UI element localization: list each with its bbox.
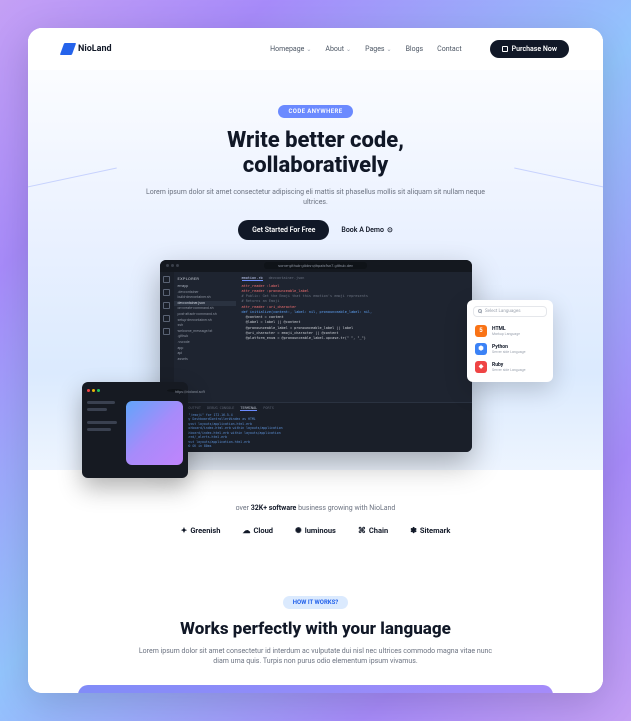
ide-mockup-area: some-github-gibbs-qthpalsfsn7.github.dev… xyxy=(28,254,603,470)
terminal-tab[interactable]: TERMINAL xyxy=(240,406,257,411)
partner-logo: ✺luminous xyxy=(295,526,336,535)
leaf-icon: ✦ xyxy=(181,526,188,535)
header: NioLand Homepage⌄ About⌄ Pages⌄ Blogs Co… xyxy=(28,28,603,70)
partner-logo: ⌘Chain xyxy=(358,526,388,535)
page-card: NioLand Homepage⌄ About⌄ Pages⌄ Blogs Co… xyxy=(28,28,603,693)
mini-preview-window: https://nioland.soft xyxy=(82,382,188,478)
file-item[interactable]: assets xyxy=(178,357,232,363)
cloud-icon: ☁ xyxy=(242,526,250,535)
primary-nav: Homepage⌄ About⌄ Pages⌄ Blogs Contact Pu… xyxy=(270,40,569,58)
editor-tab[interactable]: devcontainer.json xyxy=(269,276,305,281)
get-started-button[interactable]: Get Started For Free xyxy=(238,220,329,240)
language-panel: Select Languages 5HTMLMarkup Language⬢Py… xyxy=(467,300,553,382)
purchase-button[interactable]: Purchase Now xyxy=(490,40,569,58)
terminal-tab[interactable]: OUTPUT xyxy=(188,406,201,411)
editor-tabs: emotion.rb devcontainer.json xyxy=(242,276,466,281)
editor-tab[interactable]: emotion.rb xyxy=(242,276,263,281)
terminal-tab[interactable]: PORTS xyxy=(263,406,274,411)
nav-homepage[interactable]: Homepage⌄ xyxy=(270,45,311,53)
mini-text-lines xyxy=(87,401,121,465)
partner-logo: ☁Cloud xyxy=(242,526,273,535)
language-item-py[interactable]: ⬢PythonServer side Language xyxy=(473,340,547,358)
terminal-line: Completed 200 OK in 80ms xyxy=(166,444,466,448)
hero-title: Write better code, collaboratively xyxy=(78,128,553,179)
star-icon: ✽ xyxy=(410,526,417,535)
logo-mark-icon xyxy=(60,43,76,55)
terminal-tabs: PROBLEMS OUTPUT DEBUG CONSOLE TERMINAL P… xyxy=(166,406,466,411)
maximize-icon xyxy=(97,389,100,392)
language-sub: Markup Language xyxy=(492,332,520,336)
partner-logos: ✦Greenish ☁Cloud ✺luminous ⌘Chain ✽Sitem… xyxy=(78,526,553,535)
section-title: Works perfectly with your language xyxy=(78,619,553,639)
partner-logo: ✽Sitemark xyxy=(410,526,450,535)
language-item-rb[interactable]: ◆RubyServer side Language xyxy=(473,358,547,376)
brand-name: NioLand xyxy=(78,44,112,54)
extensions-icon[interactable] xyxy=(163,328,170,335)
page-inner: NioLand Homepage⌄ About⌄ Pages⌄ Blogs Co… xyxy=(28,28,603,693)
section-subtitle: Lorem ipsum dolor sit amet consectetur i… xyxy=(136,646,496,667)
nav-contact[interactable]: Contact xyxy=(437,45,461,53)
files-icon[interactable] xyxy=(163,276,170,283)
ide-body: EXPLORER emapp .devcontainer build-devco… xyxy=(160,272,472,402)
close-icon xyxy=(87,389,90,392)
terminal-tab[interactable]: DEBUG CONSOLE xyxy=(207,406,234,411)
chevron-down-icon: ⌄ xyxy=(306,46,311,53)
social-text: over 32K+ software business growing with… xyxy=(78,504,553,512)
hero: CODE ANYWHERE Write better code, collabo… xyxy=(28,70,603,254)
language-cta: JavaScript xyxy=(78,685,553,693)
brand-logo[interactable]: NioLand xyxy=(62,43,112,55)
ide-titlebar: some-github-gibbs-qthpalsfsn7.github.dev xyxy=(160,260,472,272)
chevron-down-icon: ⌄ xyxy=(387,46,392,53)
minimize-icon xyxy=(92,389,95,392)
ide-editor: emotion.rb devcontainer.json attr_reader… xyxy=(236,272,472,402)
nav-blogs[interactable]: Blogs xyxy=(406,45,424,53)
how-it-works: HOW IT WORKS? Works perfectly with your … xyxy=(28,565,603,693)
ide-url: some-github-gibbs-qthpalsfsn7.github.dev xyxy=(264,262,367,269)
language-item-html[interactable]: 5HTMLMarkup Language xyxy=(473,322,547,340)
traffic-lights-icon xyxy=(166,264,179,267)
language-sub: Server side Language xyxy=(492,368,525,372)
branch-icon[interactable] xyxy=(163,302,170,309)
search-icon xyxy=(478,309,482,313)
social-proof: over 32K+ software business growing with… xyxy=(28,470,603,565)
nav-pages[interactable]: Pages⌄ xyxy=(365,45,391,53)
link-icon: ⌘ xyxy=(358,526,366,535)
nav-about[interactable]: About⌄ xyxy=(325,45,351,53)
ide-window: some-github-gibbs-qthpalsfsn7.github.dev… xyxy=(160,260,472,452)
mini-titlebar: https://nioland.soft xyxy=(87,387,183,395)
sun-icon: ✺ xyxy=(295,526,302,535)
section-badge: HOW IT WORKS? xyxy=(283,596,349,609)
partner-logo: ✦Greenish xyxy=(181,526,221,535)
html-icon: 5 xyxy=(475,325,487,337)
mini-url: https://nioland.soft xyxy=(167,389,183,392)
code-area: attr_reader :labelattr_reader :pronounce… xyxy=(242,284,466,342)
ide-terminal: PROBLEMS OUTPUT DEBUG CONSOLE TERMINAL P… xyxy=(160,402,472,452)
code-line: @platform_enum = @pronounceable_label.up… xyxy=(242,336,466,341)
search-placeholder: Select Languages xyxy=(485,309,521,314)
language-sub: Server side Language xyxy=(492,350,525,354)
language-search[interactable]: Select Languages xyxy=(473,306,547,317)
explorer-title: EXPLORER xyxy=(178,276,232,282)
hero-subtitle: Lorem ipsum dolor sit amet consectetur a… xyxy=(136,187,496,208)
py-icon: ⬢ xyxy=(475,343,487,355)
lock-icon xyxy=(502,46,508,52)
rb-icon: ◆ xyxy=(475,361,487,373)
debug-icon[interactable] xyxy=(163,315,170,322)
book-demo-button[interactable]: Book A Demo ⊙ xyxy=(341,226,392,234)
play-circle-icon: ⊙ xyxy=(387,226,393,234)
hero-actions: Get Started For Free Book A Demo ⊙ xyxy=(78,220,553,240)
hero-badge: CODE ANYWHERE xyxy=(278,105,352,118)
chevron-down-icon: ⌄ xyxy=(346,46,351,53)
search-icon[interactable] xyxy=(163,289,170,296)
mini-gradient-tile xyxy=(126,401,183,465)
